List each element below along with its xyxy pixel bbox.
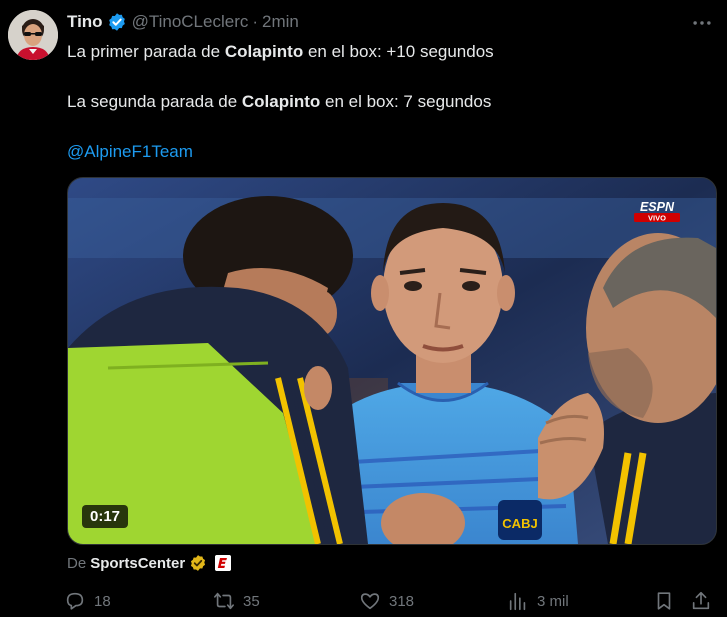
gold-verified-badge-icon	[191, 555, 206, 571]
reply-icon	[66, 592, 84, 610]
more-options-icon[interactable]	[691, 12, 713, 34]
video-duration: 0:17	[82, 505, 129, 528]
tweet-text: La primer parada de Colapinto en el box:…	[67, 39, 707, 164]
tweet-line-1: La primer parada de Colapinto en el box:…	[67, 42, 494, 61]
attribution-source[interactable]: SportsCenter	[90, 555, 185, 572]
tweet-header: Tino @TinoCLeclerc · 2min	[67, 11, 299, 33]
author-handle[interactable]: @TinoCLeclerc	[132, 12, 249, 32]
bookmark-icon	[657, 592, 671, 610]
author-name[interactable]: Tino	[67, 12, 103, 32]
reply-button[interactable]: 18	[64, 588, 111, 614]
mention-link[interactable]: @AlpineF1Team	[67, 142, 193, 161]
retweet-icon	[214, 592, 234, 610]
heart-icon	[360, 593, 380, 610]
video-frame: CABJ	[68, 178, 716, 544]
live-tag: VIVO	[648, 214, 666, 223]
retweet-button[interactable]: 35	[213, 588, 260, 614]
like-button[interactable]: 318	[359, 588, 414, 614]
like-count: 318	[389, 592, 415, 610]
separator-dot: ·	[252, 12, 259, 31]
share-icon	[692, 591, 710, 610]
share-button[interactable]	[690, 588, 712, 614]
espn-live-logo: ESPN VIVO	[634, 200, 680, 223]
reply-count: 18	[94, 592, 111, 610]
timestamp[interactable]: 2min	[262, 12, 299, 32]
bookmark-button[interactable]	[653, 588, 675, 614]
verified-badge-icon	[108, 13, 125, 31]
espn-affiliate-icon	[215, 555, 232, 571]
views-icon	[509, 592, 526, 611]
avatar[interactable]	[8, 10, 58, 60]
video-player[interactable]: CABJ ESPN VIVO 0:17	[67, 177, 717, 545]
tweet-actions: 18 35 318 3 mil	[64, 588, 714, 614]
espn-logo-text: ESPN	[640, 200, 675, 214]
media-attribution: De SportsCenter	[67, 552, 232, 574]
retweet-count: 35	[243, 592, 260, 610]
jersey-crest-text: CABJ	[502, 516, 537, 531]
views-button[interactable]: 3 mil	[507, 588, 569, 614]
views-count: 3 mil	[537, 592, 569, 610]
tweet-line-2: La segunda parada de Colapinto en el box…	[67, 92, 492, 111]
attribution-prefix: De	[67, 554, 87, 572]
